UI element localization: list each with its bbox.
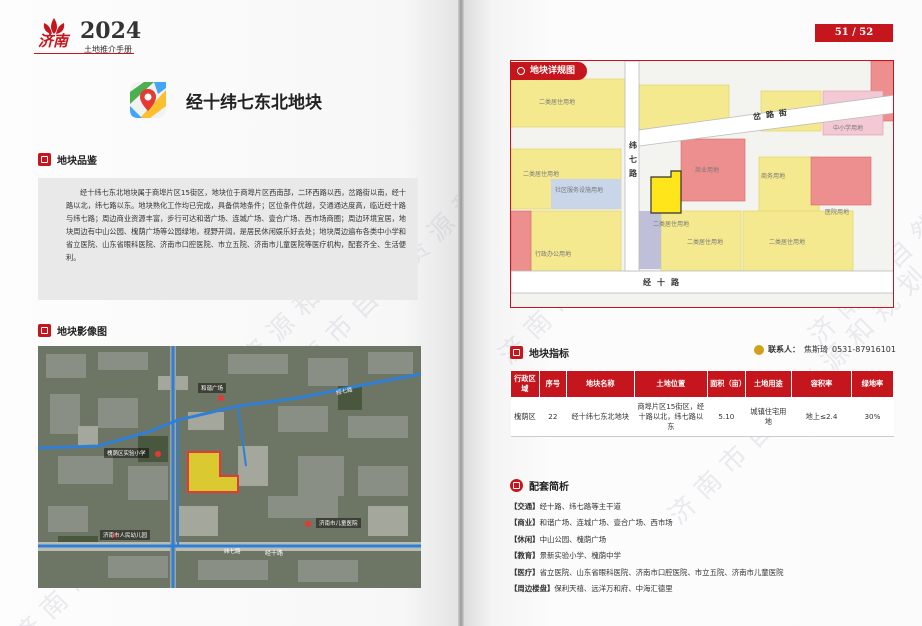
- indicator-heading-text: 地块指标: [529, 349, 569, 360]
- table-cell: 商埠片区15街区，经十路以北，纬七路以东: [634, 397, 708, 437]
- overview-heading: 地块品鉴: [38, 152, 97, 167]
- table-header-cell: 序号: [538, 370, 567, 398]
- left-page: 济南市自然资源和规划局 济南市自然资源和规划局 济南市自然资源和规划局 济南 2…: [0, 0, 458, 626]
- table-header-cell: 绿地率: [850, 370, 895, 398]
- table-header-cell: 面积（亩）: [707, 370, 746, 398]
- map-zone-community: 社区服务设施用地: [555, 187, 604, 194]
- map-label-weiqi: 纬七路: [629, 141, 637, 178]
- location-icon: [510, 479, 523, 492]
- indicator-heading: 地块指标: [510, 345, 569, 360]
- contact-info: 联系人： 焦斯琦 0531-87916101: [754, 344, 896, 355]
- list-item: 【休闲】中山公园、槐荫广场: [510, 534, 607, 544]
- book-icon: [38, 153, 51, 166]
- contact-label: 联系人：: [768, 345, 800, 354]
- map-zone-office: 商务用地: [761, 173, 786, 180]
- table-row: 槐荫区 22 经十纬七东北地块 商埠片区15街区，经十路以北，纬七路以东 5.1…: [510, 397, 894, 437]
- logo-city: 济南: [38, 32, 69, 50]
- planning-heading: 地块详规图: [510, 62, 588, 80]
- map-label-jingshi: 经十路: [643, 278, 685, 287]
- chart-icon: [510, 346, 523, 359]
- aerial-label-hospital: 济南市儿童医院: [316, 518, 361, 528]
- table-cell: 5.10: [707, 397, 746, 437]
- right-page: 济南市自然资源和规划局 济南市自然资源和规划局 济南市自然资源和规划局 51 /…: [464, 0, 922, 626]
- map-zone-admin: 行政办公用地: [535, 251, 572, 258]
- list-item: 【商业】和谐广场、连城广场、壹合广场、西市场: [510, 518, 673, 528]
- table-header-row: 行政区域 序号 地块名称 土地位置 面积（亩） 土地用途 容积率 绿地率: [510, 370, 895, 398]
- map-zone-res2: 二类居住用地: [523, 171, 560, 178]
- aerial-label-school: 槐荫区实验小学: [104, 448, 149, 458]
- list-item: 【周边楼盘】保利天禧、远洋万和府、中海汇德里: [510, 584, 673, 594]
- table-cell: 30%: [851, 397, 894, 437]
- overview-heading-text: 地块品鉴: [57, 156, 97, 167]
- notes-heading: 配套简析: [510, 478, 569, 493]
- indicator-table: 行政区域 序号 地块名称 土地位置 面积（亩） 土地用途 容积率 绿地率 槐荫区…: [510, 370, 895, 437]
- map-zone-res2: 二类居住用地: [539, 99, 576, 106]
- list-item: 【医疗】省立医院、山东省眼科医院、济南市口腔医院、市立五院、济南市儿童医院: [510, 567, 784, 577]
- table-header-cell: 地块名称: [565, 370, 635, 398]
- table-cell: 22: [539, 397, 567, 437]
- logo-year: 2024: [80, 18, 142, 44]
- table-header-cell: 行政区域: [510, 370, 540, 398]
- table-cell: 地上≤2.4: [791, 397, 852, 437]
- table-header-cell: 土地位置: [633, 370, 709, 398]
- list-item: 【交通】经十路、纬七路等主干道: [510, 502, 621, 511]
- aerial-heading: 地块影像图: [38, 323, 107, 338]
- map-zone-hospital: 医院用地: [825, 209, 850, 216]
- table-header-cell: 土地用途: [744, 370, 793, 398]
- aerial-label-road-jingshi: 经十路: [265, 550, 284, 557]
- map-zone-res2: 二类居住用地: [687, 239, 724, 246]
- overview-paragraph: 经十纬七东北地块属于商埠片区15街区，地块位于商埠片区西南部，二环西路以西，岔路…: [38, 178, 418, 300]
- page-number: 51 / 52: [815, 24, 893, 42]
- notes-heading-text: 配套简析: [529, 482, 569, 493]
- map-zone-school: 中小学用地: [833, 125, 864, 132]
- list-item: 【教育】景新实验小学、槐荫中学: [510, 551, 621, 561]
- map-zone-commercial: 商业用地: [695, 167, 720, 174]
- planning-map: 岔路街 纬七路 经十路 二类居住用地 二类居住用地 二类居住用地 二类居住用地 …: [510, 60, 894, 308]
- aerial-heading-text: 地块影像图: [57, 327, 107, 338]
- table-cell: 经十纬七东北地块: [566, 397, 634, 437]
- table-header-cell: 容积率: [791, 370, 852, 398]
- image-icon: [38, 324, 51, 337]
- table-cell: 槐荫区: [510, 397, 540, 437]
- aerial-label-kindergarten: 济南市人民幼儿园: [100, 530, 151, 540]
- aerial-label-road-weiqi: 纬七路: [224, 549, 241, 555]
- map-zone-res2: 二类居住用地: [653, 221, 690, 228]
- map-zone-res2: 二类居住用地: [769, 239, 806, 246]
- brochure-spread: 济南市自然资源和规划局 济南市自然资源和规划局 济南市自然资源和规划局 济南 2…: [0, 0, 922, 626]
- contact-phone: 0531-87916101: [832, 345, 896, 354]
- notes-list: 【交通】经十路、纬七路等主干道 【商业】和谐广场、连城广场、壹合广场、西市场 【…: [510, 499, 783, 597]
- person-icon: [754, 344, 764, 355]
- table-cell: 城镇住宅用地: [745, 397, 792, 437]
- aerial-photo: 和谐广场 槐荫区实验小学 经十路 纬七路 经七路 济南市人民幼儿园 济南市儿童医…: [38, 346, 421, 588]
- map-pin-icon: [130, 82, 166, 118]
- aerial-label-plaza: 和谐广场: [198, 383, 227, 393]
- plot-title: 经十纬七东北地块: [186, 93, 322, 113]
- contact-name: 焦斯琦: [804, 345, 828, 354]
- header-divider: [34, 53, 134, 54]
